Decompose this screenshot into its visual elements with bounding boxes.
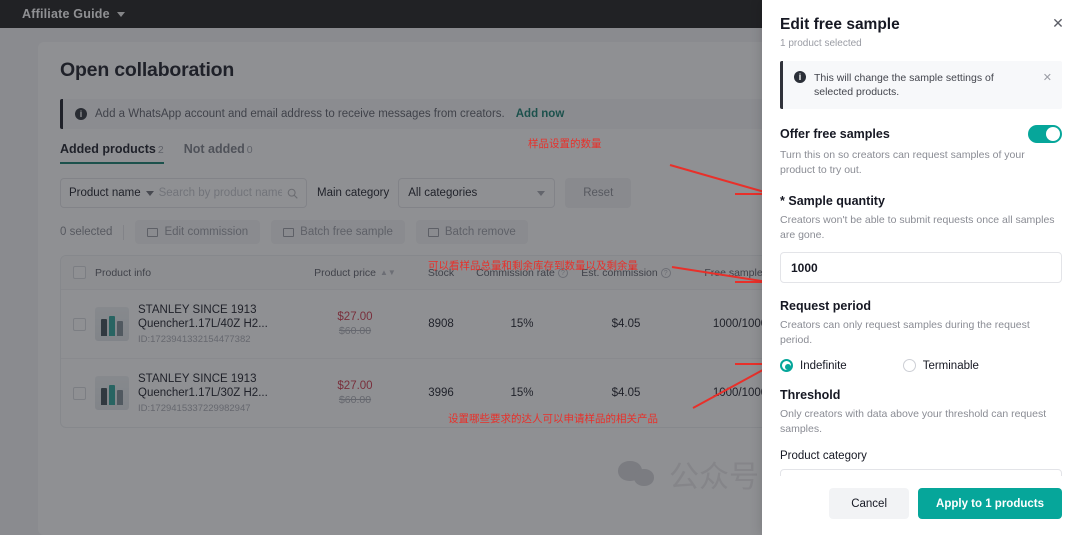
radio-terminable[interactable]: Terminable [902,359,979,372]
request-period-radios: Indefinite Terminable [780,359,1062,372]
request-period-title: Request period [780,299,871,313]
sample-quantity-label: Sample quantity [788,194,885,208]
sample-quantity-desc: Creators won't be able to submit request… [780,214,1055,241]
required-asterisk: * [780,194,785,208]
product-category-select[interactable]: Home Supplies ✕ Kitchenware ✕ +1 ▼ [780,469,1062,476]
radio-indefinite-circle[interactable] [780,359,793,372]
offer-free-samples-desc: Turn this on so creators can request sam… [780,149,1025,176]
radio-terminable-label: Terminable [922,359,979,372]
threshold-section: Threshold Only creators with data above … [780,388,1062,476]
threshold-title: Threshold [780,388,841,402]
sample-quantity-section: * Sample quantity Creators won't be able… [780,194,1062,283]
panel-footer: Cancel Apply to 1 products [762,476,1080,535]
radio-terminable-circle[interactable] [902,359,916,372]
panel-subtitle: 1 product selected [780,38,862,49]
close-icon[interactable]: ✕ [1043,71,1052,84]
panel-header: Edit free sample 1 product selected ✕ [762,0,1080,49]
panel-body: i This will change the sample settings o… [762,49,1080,476]
offer-free-samples-toggle[interactable] [1028,125,1062,143]
info-icon: i [794,71,806,83]
offer-free-samples-title: Offer free samples [780,127,890,141]
edit-free-sample-panel: Edit free sample 1 product selected ✕ i … [762,0,1080,535]
radio-indefinite[interactable]: Indefinite [780,359,847,372]
apply-button[interactable]: Apply to 1 products [918,488,1062,519]
panel-notice-text: This will change the sample settings of … [814,72,994,98]
close-icon[interactable]: ✕ [1050,15,1066,31]
cancel-button[interactable]: Cancel [829,488,910,519]
offer-free-samples-section: Offer free samples Turn this on so creat… [780,125,1062,178]
panel-notice: i This will change the sample settings o… [780,61,1062,109]
product-category-label: Product category [780,450,867,462]
threshold-desc: Only creators with data above your thres… [780,408,1047,435]
request-period-section: Request period Creators can only request… [780,299,1062,372]
sample-quantity-title: * Sample quantity [780,194,1062,208]
sample-quantity-input[interactable] [780,252,1062,283]
panel-title: Edit free sample [780,16,900,33]
modal-overlay[interactable] [0,0,762,535]
radio-indefinite-label: Indefinite [800,359,847,372]
request-period-desc: Creators can only request samples during… [780,319,1030,346]
